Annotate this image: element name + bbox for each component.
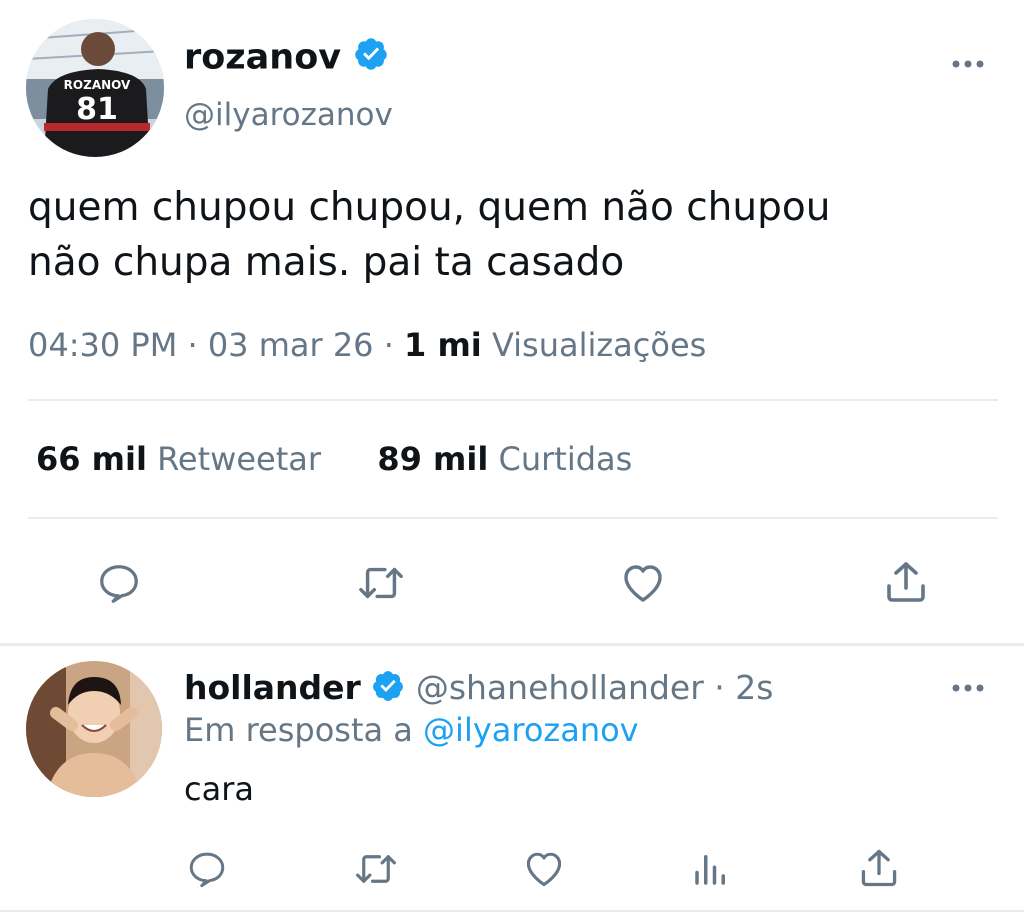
reply-header: hollander @shanehollander · 2s xyxy=(184,668,773,711)
retweet-icon xyxy=(356,855,396,883)
divider xyxy=(28,399,998,401)
share-button[interactable] xyxy=(882,558,930,610)
retweets-stat[interactable]: 66 mil Retweetar xyxy=(36,440,321,478)
tweet-text-line: não chupa mais. pai ta casado xyxy=(28,240,625,285)
analytics-button[interactable] xyxy=(690,848,732,894)
replying-to: Em resposta a @ilyarozanov xyxy=(184,711,639,749)
separator: · xyxy=(714,668,725,707)
share-button[interactable] xyxy=(857,846,901,894)
likes-stat[interactable]: 89 mil Curtidas xyxy=(377,440,632,478)
reply-time[interactable]: 2s xyxy=(735,668,773,707)
retweets-label: Retweetar xyxy=(157,440,322,478)
retweets-count: 66 mil xyxy=(36,440,147,478)
tweet-time[interactable]: 04:30 PM xyxy=(28,326,177,364)
retweet-icon xyxy=(359,567,403,599)
divider xyxy=(0,910,1024,912)
analytics-icon xyxy=(695,855,725,885)
tweet-date[interactable]: 03 mar 26 xyxy=(208,326,374,364)
like-icon xyxy=(624,565,662,602)
views-count: 1 mi xyxy=(404,326,482,364)
like-icon xyxy=(526,852,562,887)
tweet-text: quem chupou chupou, quem não chupou não … xyxy=(28,180,988,290)
retweet-button[interactable] xyxy=(356,560,406,610)
reply-display-name[interactable]: hollander xyxy=(184,668,361,707)
separator: · xyxy=(383,326,394,364)
reply-icon xyxy=(189,852,225,888)
share-icon xyxy=(887,562,925,602)
likes-count: 89 mil xyxy=(377,440,489,478)
display-name[interactable]: rozanov xyxy=(184,36,389,81)
reply-handle[interactable]: @shanehollander xyxy=(416,668,704,707)
like-button[interactable] xyxy=(618,558,668,610)
like-button[interactable] xyxy=(521,846,567,894)
more-options-icon[interactable] xyxy=(948,678,988,712)
replying-to-label: Em resposta a xyxy=(184,711,413,749)
reply-button[interactable] xyxy=(96,560,142,610)
retweet-button[interactable] xyxy=(353,848,399,894)
share-icon xyxy=(861,849,897,887)
display-name-text: rozanov xyxy=(184,37,342,78)
likes-label: Curtidas xyxy=(498,440,633,478)
reply-text: cara xyxy=(184,770,254,808)
handle[interactable]: @ilyarozanov xyxy=(184,97,393,133)
avatar-image xyxy=(26,661,162,797)
separator: · xyxy=(187,326,198,364)
svg-text:81: 81 xyxy=(76,92,118,127)
views-label: Visualizações xyxy=(491,326,707,364)
verified-badge-icon xyxy=(371,669,405,711)
svg-text:ROZANOV: ROZANOV xyxy=(64,78,131,92)
mention-link[interactable]: @ilyarozanov xyxy=(423,711,639,749)
tweet-text-line: quem chupou chupou, quem não chupou xyxy=(28,185,831,230)
verified-badge-icon xyxy=(353,36,389,81)
reply-button[interactable] xyxy=(186,848,228,894)
tweet-meta: 04:30 PM · 03 mar 26 · 1 mi Visualizaçõe… xyxy=(28,326,706,364)
divider xyxy=(28,517,998,519)
reply-icon xyxy=(100,565,138,603)
tweet-stats: 66 mil Retweetar 89 mil Curtidas xyxy=(36,440,632,478)
more-options-icon[interactable] xyxy=(948,48,988,82)
avatar[interactable] xyxy=(26,661,162,797)
avatar[interactable]: ROZANOV 81 xyxy=(26,19,164,157)
avatar-image: ROZANOV 81 xyxy=(26,19,164,157)
tweet-separator xyxy=(0,643,1024,646)
